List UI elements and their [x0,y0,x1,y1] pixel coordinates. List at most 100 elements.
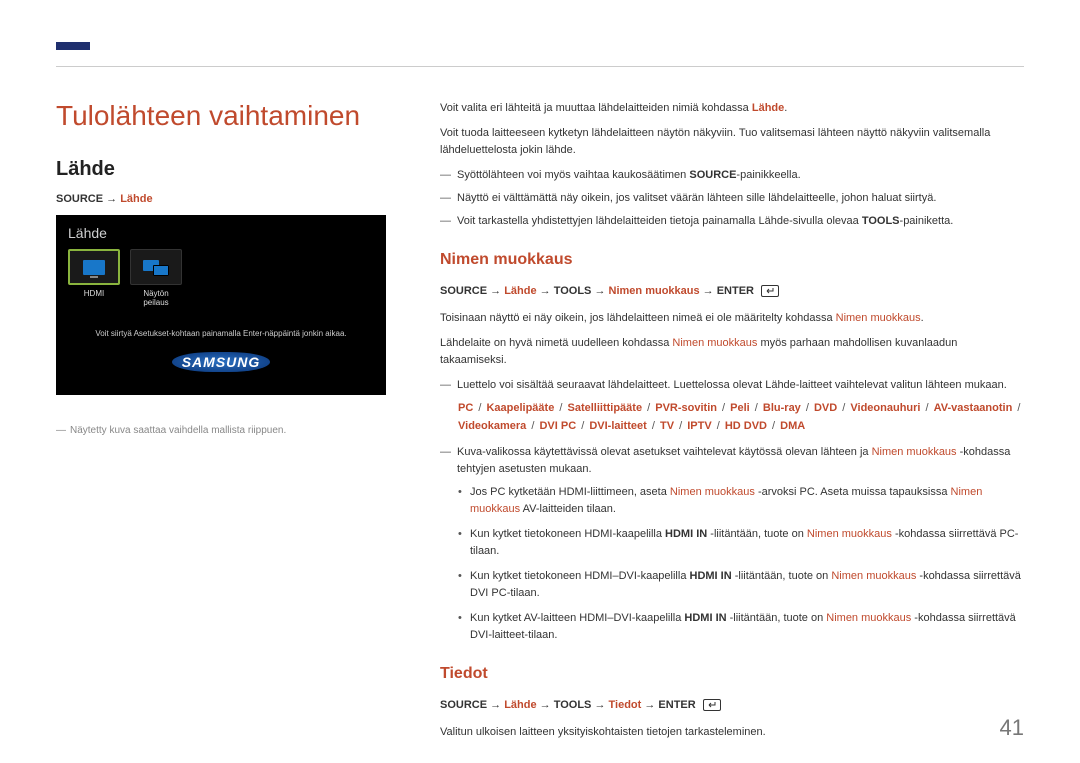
nmp1b: Nimen muokkaus [836,312,921,324]
tpc: → TOOLS → [537,699,609,711]
bullet-4: Kun kytket AV-laitteen HDMI–DVI-kaapelil… [458,610,1024,644]
heading-tiedot: Tiedot [440,662,1024,687]
source-row: HDMI Näytön peilaus [68,249,374,307]
npa: SOURCE → [440,285,504,297]
note-1-text: Syöttölähteen voi myös vaihtaa kaukosäät… [457,167,1024,184]
b2d: Nimen muokkaus [807,528,892,540]
device-separator: / [576,420,589,432]
path-red: Lähde [120,193,152,205]
enter-icon [703,699,721,711]
b4g: -tilaan. [524,629,557,641]
nmn1b: Lähde [765,379,796,391]
source-menu-screenshot: Lähde HDMI Näytön peilaus Voit siirtyä A… [56,215,386,395]
npd: Nimen muokkaus [609,285,700,297]
bullet-list: Jos PC kytketään HDMI-liittimeen, aseta … [458,484,1024,644]
device-item: TV [660,420,674,432]
intro-p2: Voit tuoda laitteeseen kytketyn lähdelai… [440,125,1024,159]
path-prefix: SOURCE → [56,193,120,205]
note-dash: ― [440,167,451,184]
device-item: PC [458,402,473,414]
left-column: Tulolähteen vaihtaminen Lähde SOURCE → L… [56,100,386,749]
n3d: TOOLS [862,215,900,227]
tpb: Lähde [504,699,536,711]
n3c: -sivulla olevaa [789,215,862,227]
content-columns: Tulolähteen vaihtaminen Lähde SOURCE → L… [56,100,1024,749]
npe: → ENTER [700,285,754,297]
device-list: PC / Kaapelipääte / Satelliittipääte / P… [458,400,1024,435]
nmp1a: Toisinaan näyttö ei näy oikein, jos lähd… [440,312,836,324]
nmn1a: Luettelo voi sisältää seuraavat lähdelai… [457,379,765,391]
device-separator: / [526,420,539,432]
brand-text: SAMSUNG [172,352,271,372]
device-item: DMA [780,420,805,432]
b2b: HDMI IN [665,528,707,540]
device-item: Videonauhuri [850,402,920,414]
note-dash: ― [440,444,451,478]
p1b: Lähde [752,102,784,114]
b3f: DVI PC [470,587,507,599]
heading-nimen-muokkaus: Nimen muokkaus [440,248,1024,273]
nm-note-1: ― Luettelo voi sisältää seuraavat lähdel… [440,377,1024,394]
source-path: SOURCE → Lähde [56,193,386,205]
b3d: Nimen muokkaus [831,570,916,582]
page-number: 41 [1000,715,1024,741]
nmn2a: Kuva [457,446,482,458]
nm-note-1-text: Luettelo voi sisältää seuraavat lähdelai… [457,377,1024,394]
nmn2c: Nimen muokkaus [872,446,957,458]
device-separator: / [647,420,660,432]
b1c: -arvoksi [755,486,800,498]
b3g: -tilaan. [507,587,540,599]
nmp2b: Nimen muokkaus [672,337,757,349]
source-card-hdmi: HDMI [68,249,120,298]
source-card-mirror: Näytön peilaus [130,249,182,307]
b3a: Kun kytket tietokoneen HDMI–DVI-kaapelil… [470,570,690,582]
tpd: Tiedot [609,699,642,711]
enter-icon [761,285,779,297]
page: Tulolähteen vaihtaminen Lähde SOURCE → L… [0,0,1080,763]
caption-dash: ― [56,425,66,436]
brand-logo: SAMSUNG [68,352,374,372]
right-column: Voit valita eri lähteitä ja muuttaa lähd… [440,100,1024,749]
device-item: PVR-sovitin [655,402,717,414]
npb: Lähde [504,285,536,297]
b4f: DVI-laitteet [470,629,524,641]
device-separator: / [1012,402,1022,414]
n3b: Lähde [758,215,789,227]
device-item: Blu-ray [763,402,801,414]
subheading-lahde: Lähde [56,158,386,181]
n3e: -painiketta. [900,215,954,227]
bullet-2: Kun kytket tietokoneen HDMI-kaapelilla H… [458,526,1024,560]
nm-note-2-text: Kuva-valikossa käytettävissä olevat aset… [457,444,1024,478]
nm-p1: Toisinaan näyttö ei näy oikein, jos lähd… [440,310,1024,327]
nmp1c: . [921,312,924,324]
nm-note-2: ― Kuva-valikossa käytettävissä olevat as… [440,444,1024,478]
device-separator: / [554,402,567,414]
b1g: AV-laitteiden tilaan. [520,503,616,515]
note-dash: ― [440,377,451,394]
device-separator: / [837,402,850,414]
n3a: Voit tarkastella yhdistettyjen lähdelait… [457,215,758,227]
device-item: Videokamera [458,420,526,432]
nmn1c: -laitteet vaihtelevat valitun lähteen mu… [796,379,1007,391]
b2e: -kohdassa siirrettävä [892,528,1000,540]
note-2-text: Näyttö ei välttämättä näy oikein, jos va… [457,190,1024,207]
b2c: -liitäntään, tuote on [707,528,807,540]
b2f: PC [1000,528,1015,540]
device-item: Satelliittipääte [568,402,643,414]
p1a: Voit valita eri lähteitä ja muuttaa lähd… [440,102,752,114]
b4c: -liitäntään, tuote on [727,612,827,624]
b4b: HDMI IN [684,612,726,624]
tpa: SOURCE → [440,699,504,711]
nmp2a: Lähdelaite on hyvä nimetä uudelleen kohd… [440,337,672,349]
b1e: . Aseta muissa tapauksissa [815,486,951,498]
b1a: Jos PC kytketään HDMI-liittimeen, aseta [470,486,670,498]
device-separator: / [712,420,725,432]
n1a: Syöttölähteen voi myös vaihtaa kaukosäät… [457,169,689,181]
device-item: DVD [814,402,837,414]
device-item: IPTV [687,420,711,432]
b1b: Nimen muokkaus [670,486,755,498]
nimen-path: SOURCE → Lähde → TOOLS → Nimen muokkaus … [440,283,1024,300]
device-item: AV-vastaanotin [934,402,1013,414]
mirror-icon-box [130,249,182,285]
note-3-text: Voit tarkastella yhdistettyjen lähdelait… [457,213,1024,230]
